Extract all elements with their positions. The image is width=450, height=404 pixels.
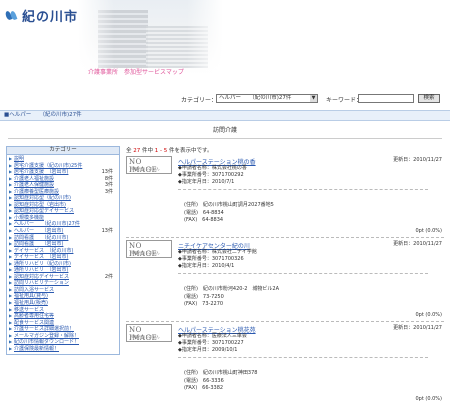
- section-title: 訪問介護: [212, 127, 237, 134]
- result-info-line: ◆事業所番号：3071700326: [178, 256, 244, 262]
- result-updated-date: 更新日：2010/11/27: [393, 325, 442, 331]
- result-phone: (電話) 73-7250: [184, 293, 224, 300]
- keyword-label: キーワード：: [326, 97, 363, 104]
- result-address: (住所) 紀の川市桃山町調月2027番地5: [184, 202, 274, 208]
- result-summary: 全 27 件中 1 - 5 件を表示中です。: [126, 148, 213, 154]
- result-info: ◆申請者名称：医療法人三車会 ◆事業所番号：3071700227 ◆指定年月日：20…: [178, 333, 247, 354]
- result-contact: (住所) 紀の川市桃山町神田378 (電話) 66-3336 (FAX) 66-33…: [184, 370, 257, 393]
- result-info-line: ◆指定年月日：2010/4/1: [178, 263, 235, 269]
- result-row: NO IMAGE 情報がありません 更新日：2010/11/27 ニチイケアセンター紀…: [126, 240, 444, 322]
- result-info-line: ◆申請者名称：医療法人三車会: [178, 333, 247, 339]
- result-rating: 0pt (0.0%): [415, 396, 442, 402]
- result-updated-date: 更新日：2010/11/27: [393, 157, 442, 163]
- category-list: ▶ 説明 ▶ 居宅介護支援（紀の川市)25件 ▶ 居宅介護支援 （岩出市) 13件 ▶ 介護老人…: [6, 155, 120, 356]
- result-updated-date: 更新日：2010/11/27: [393, 241, 442, 247]
- sidebar-category-count: 2件: [104, 273, 113, 280]
- result-info-line: ◆指定年月日：2009/10/1: [178, 347, 238, 353]
- breadcrumb: ■ヘルパー （紀の川市)27件: [0, 110, 450, 121]
- section-divider: [8, 138, 442, 139]
- result-row: NO IMAGE 情報がありません 更新日：2010/11/27 ヘルパーステーション…: [126, 156, 444, 238]
- result-address: (住所) 紀の川市粉河420-2 城物ビル2A: [184, 286, 280, 292]
- result-separator: [178, 189, 428, 190]
- category-label: カテゴリー：: [181, 97, 218, 104]
- search-button[interactable]: 検索: [418, 94, 440, 103]
- logo-mark-icon: [4, 9, 20, 21]
- header-photo: [78, 0, 223, 74]
- no-image-placeholder: NO IMAGE 情報がありません: [126, 240, 172, 258]
- sidebar-category-label[interactable]: 介護保険最新情報！: [14, 346, 59, 353]
- result-info-line: ◆申請者名称：株式会社ニチイ学館: [178, 249, 257, 255]
- category-sidebar-title: カテゴリー: [6, 146, 120, 155]
- result-rating: 0pt (0.0%): [415, 228, 442, 234]
- result-phone: (電話) 66-3336: [184, 377, 224, 384]
- site-subtitle: 介護事業所 参加型サービスマップ: [88, 69, 184, 76]
- result-info-line: ◆事業所番号：3071700227: [178, 340, 244, 346]
- result-contact: (住所) 紀の川市桃山町調月2027番地5 (電話) 64-8834 (FAX) 6…: [184, 202, 274, 225]
- no-image-placeholder: NO IMAGE 情報がありません: [126, 324, 172, 342]
- result-fax: (FAX) 64-8834: [184, 217, 224, 223]
- result-info: ◆申請者名称：株式会社桃の香 ◆事業所番号：3071700292 ◆指定年月日：20…: [178, 165, 247, 186]
- keyword-input[interactable]: [358, 94, 414, 103]
- result-separator: [178, 273, 428, 274]
- search-bar: カテゴリー： ヘルパー （紀の川市)27件 キーワード： 検索: [0, 94, 450, 104]
- logo-text: 紀の川市: [22, 10, 79, 25]
- no-image-placeholder: NO IMAGE 情報がありません: [126, 156, 172, 174]
- result-address: (住所) 紀の川市桃山町神田378: [184, 370, 258, 376]
- site-header: 紀の川市 介護事業所 参加型サービスマップ: [0, 0, 450, 82]
- result-info: ◆申請者名称：株式会社ニチイ学館 ◆事業所番号：3071700326 ◆指定年月日：…: [178, 249, 257, 270]
- sidebar-category-item[interactable]: ▶ 介護保険最新情報！: [9, 346, 117, 353]
- result-row: NO IMAGE 情報がありません 更新日：2010/11/27 ヘルパーステーション…: [126, 324, 444, 404]
- result-info-line: ◆指定年月日：2010/7/1: [178, 179, 235, 185]
- result-separator: [178, 357, 428, 358]
- result-contact: (住所) 紀の川市粉河420-2 城物ビル2A (電話) 73-7250 (FAX)…: [184, 286, 279, 309]
- sidebar-category-count: 13件: [101, 228, 113, 235]
- result-info-line: ◆申請者名称：株式会社桃の香: [178, 165, 247, 171]
- result-info-line: ◆事業所番号：3071700292: [178, 172, 244, 178]
- category-sidebar: カテゴリー ▶ 説明 ▶ 居宅介護支援（紀の川市)25件 ▶ 居宅介護支援 （岩出市) 13…: [6, 146, 120, 356]
- result-range: 1 - 5: [154, 148, 168, 154]
- result-list: NO IMAGE 情報がありません 更新日：2010/11/27 ヘルパーステーション…: [126, 156, 444, 404]
- category-select[interactable]: ヘルパー （紀の川市)27件: [216, 94, 318, 103]
- site-logo[interactable]: 紀の川市: [4, 6, 79, 25]
- result-total: 27: [133, 148, 141, 154]
- no-image-sub: 情報がありません: [131, 167, 160, 171]
- result-phone: (電話) 64-8834: [184, 209, 224, 216]
- result-fax: (FAX) 73-2270: [184, 301, 224, 307]
- no-image-sub: 情報がありません: [131, 251, 160, 255]
- no-image-sub: 情報がありません: [131, 335, 160, 339]
- sidebar-category-count: 3件: [104, 188, 113, 195]
- result-fax: (FAX) 66-3382: [184, 385, 224, 391]
- result-rating: 0pt (0.0%): [415, 312, 442, 318]
